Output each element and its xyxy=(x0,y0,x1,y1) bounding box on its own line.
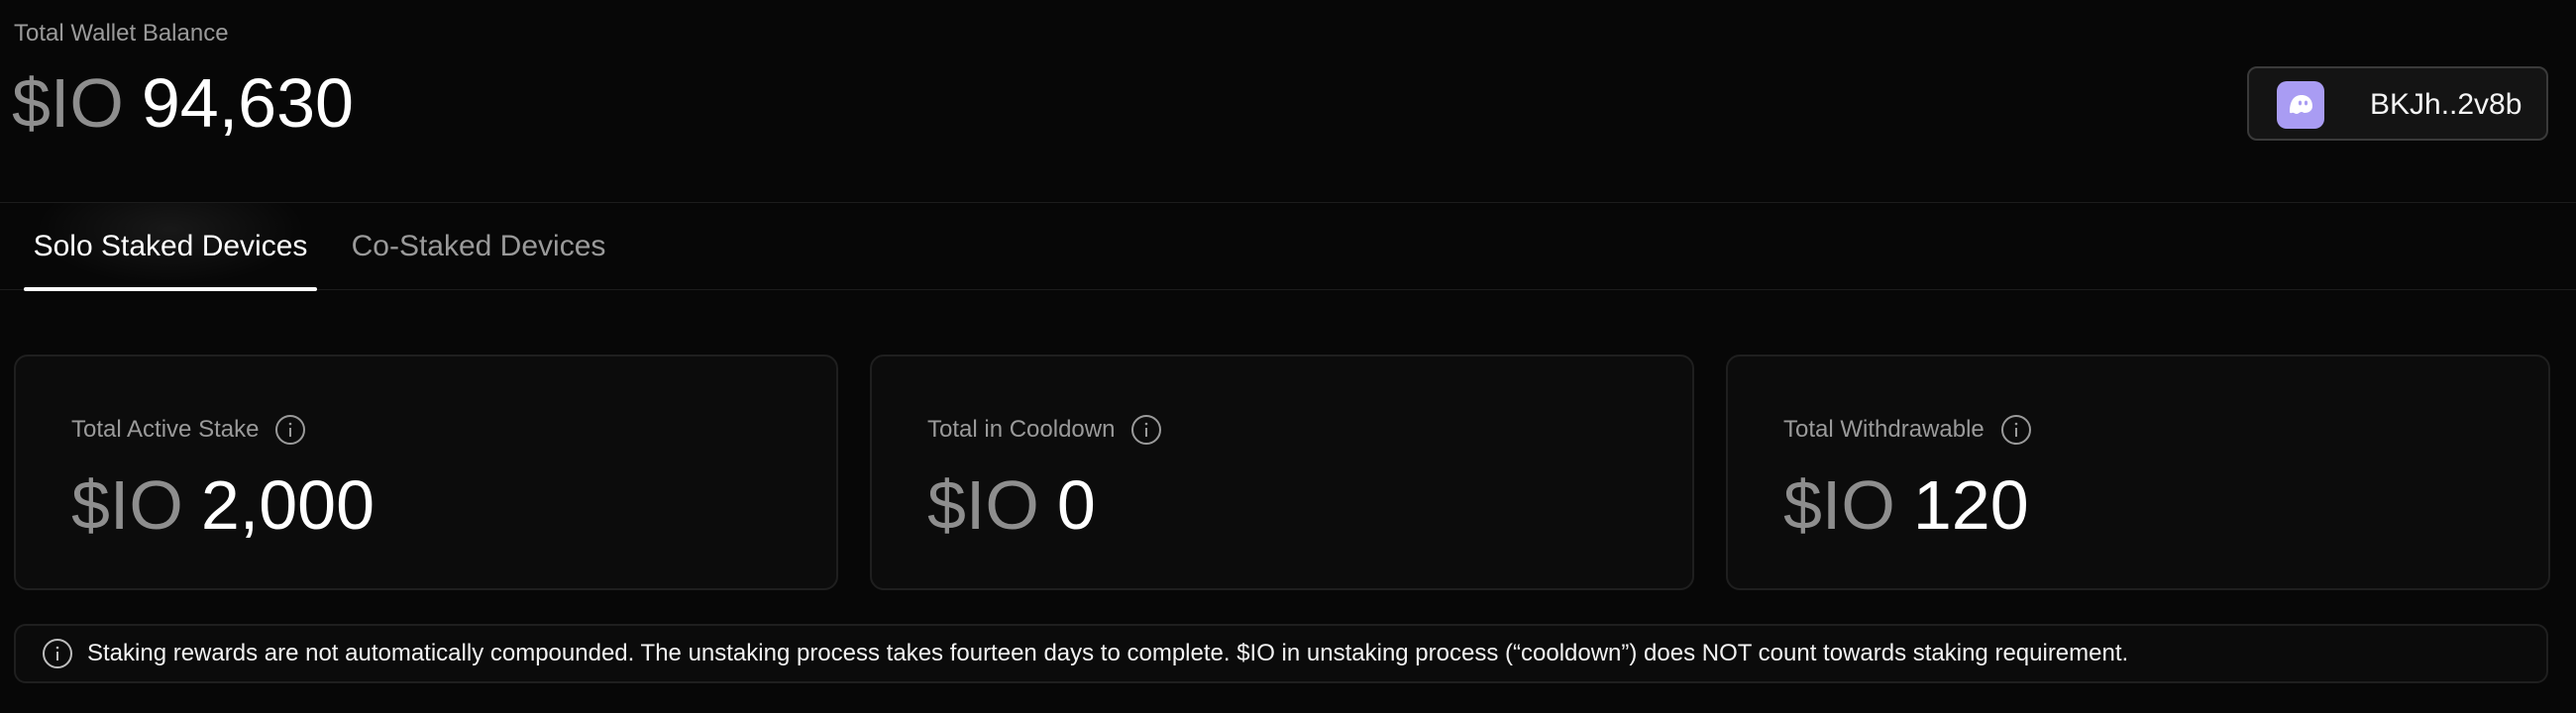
currency-symbol: $IO xyxy=(1783,466,1895,544)
info-icon[interactable] xyxy=(274,414,306,446)
stat-value: 2,000 xyxy=(200,466,375,544)
staking-tabs: Solo Staked Devices Co-Staked Devices xyxy=(0,203,2576,291)
total-in-cooldown-card: Total in Cooldown $IO 0 xyxy=(870,355,1694,590)
total-withdrawable-amount: $IO 120 xyxy=(1783,463,2029,547)
total-active-stake-card: Total Active Stake $IO 2,000 xyxy=(14,355,838,590)
total-active-stake-amount: $IO 2,000 xyxy=(71,463,375,547)
currency-symbol: $IO xyxy=(71,466,183,544)
ghost-icon xyxy=(2277,81,2324,129)
info-icon[interactable] xyxy=(1130,414,1162,446)
stat-value: 120 xyxy=(1912,466,2029,544)
total-active-stake-label: Total Active Stake xyxy=(71,416,260,443)
staking-notice-banner: Staking rewards are not automatically co… xyxy=(14,624,2548,683)
balance-value: 94,630 xyxy=(141,64,354,142)
card-label: Total Withdrawable xyxy=(1783,414,2032,446)
wallet-address: BKJh..2v8b xyxy=(2370,88,2522,121)
info-icon[interactable] xyxy=(2000,414,2032,446)
total-withdrawable-card: Total Withdrawable $IO 120 xyxy=(1726,355,2550,590)
total-in-cooldown-label: Total in Cooldown xyxy=(927,416,1116,443)
card-label: Total in Cooldown xyxy=(927,414,1162,446)
wallet-account-button[interactable]: BKJh..2v8b xyxy=(2247,66,2548,141)
total-wallet-balance: $IO 94,630 xyxy=(12,61,354,145)
currency-symbol: $IO xyxy=(927,466,1039,544)
staking-notice-text: Staking rewards are not automatically co… xyxy=(87,640,2129,666)
card-label: Total Active Stake xyxy=(71,414,306,446)
total-wallet-balance-label: Total Wallet Balance xyxy=(14,20,229,47)
tab-solo-staked-devices[interactable]: Solo Staked Devices xyxy=(24,203,317,291)
stat-value: 0 xyxy=(1056,466,1096,544)
tab-co-staked-devices[interactable]: Co-Staked Devices xyxy=(337,203,620,290)
wallet-header: Total Wallet Balance $IO 94,630 BKJh..2v8… xyxy=(0,0,2576,203)
info-icon xyxy=(42,638,73,669)
total-withdrawable-label: Total Withdrawable xyxy=(1783,416,1985,443)
total-in-cooldown-amount: $IO 0 xyxy=(927,463,1096,547)
currency-symbol: $IO xyxy=(12,64,124,142)
